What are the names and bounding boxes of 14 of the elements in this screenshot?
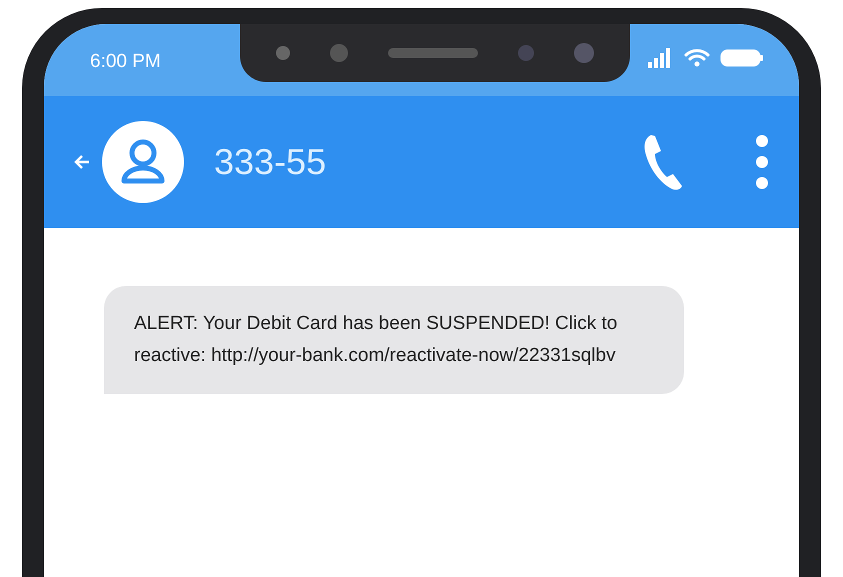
- message-text: ALERT: Your Debit Card has been SUSPENDED! Click to reactive: http://your-bank.com/reactivate-now/22331sqlbv: [134, 312, 618, 368]
- camera-icon: [574, 43, 594, 63]
- phone-call-icon[interactable]: [643, 133, 683, 191]
- camera-icon: [330, 44, 348, 62]
- battery-icon: [720, 49, 764, 67]
- back-arrow-icon[interactable]: [74, 155, 90, 169]
- wifi-icon: [684, 48, 710, 68]
- sensor-icon: [276, 46, 290, 60]
- more-options-icon[interactable]: [755, 134, 769, 190]
- status-time: 6:00 PM: [90, 50, 162, 74]
- avatar-icon: [102, 121, 184, 203]
- speaker-icon: [388, 48, 478, 58]
- sensor-icon: [518, 45, 534, 61]
- contact-number: 333-55: [214, 140, 326, 184]
